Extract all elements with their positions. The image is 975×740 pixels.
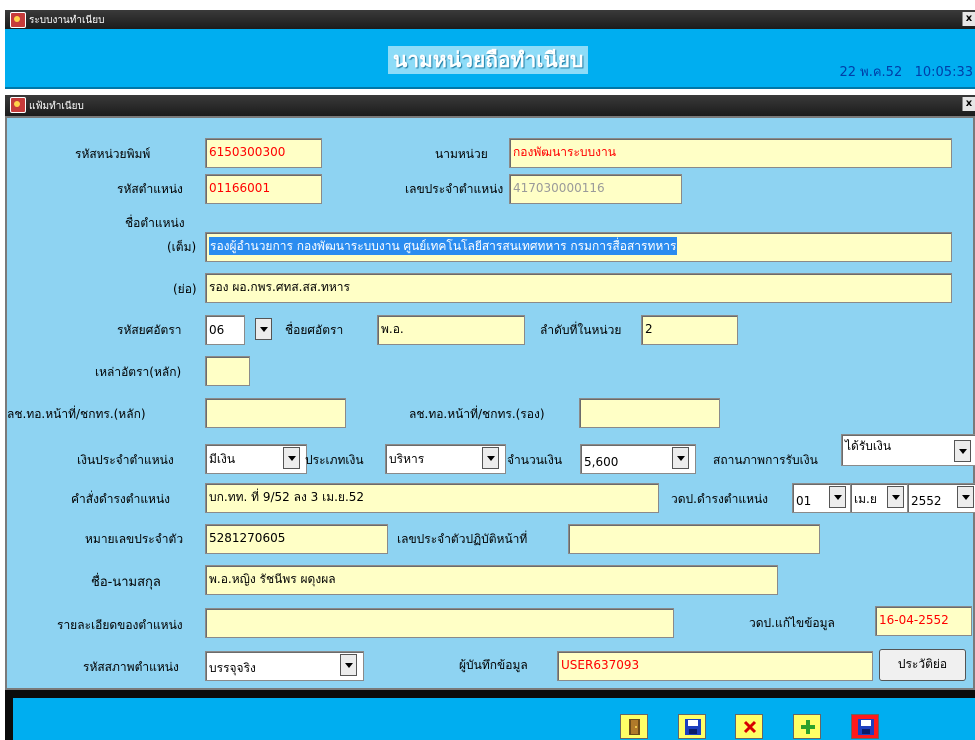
subwindow-icon (10, 97, 26, 113)
order-in-unit-field[interactable]: 2 (641, 315, 738, 345)
position-detail-field[interactable] (205, 608, 674, 638)
appointment-year-value: 2552 (911, 494, 942, 508)
save-icon[interactable] (678, 714, 706, 739)
recorder-field[interactable]: USER637093 (557, 651, 873, 681)
form-panel: รหัสหน่วยพิมพ์ 6150300300 นามหน่วย กองพั… (5, 116, 975, 690)
page-title: นามหน่วยถือทำเนียบ (388, 46, 589, 74)
duty-main-field[interactable] (205, 398, 346, 428)
duty-second-label: ลช.ทอ.หน้าที่/ชกทร.(รอง) (409, 407, 545, 421)
pay-type-label: ประเภทเงิน (305, 453, 364, 467)
rank-code-dropdown-icon[interactable] (255, 318, 272, 340)
appointment-year-dropdown-icon[interactable] (957, 486, 974, 508)
unit-name-label: นามหน่วย (435, 147, 488, 161)
id-number-field[interactable]: 5281270605 (205, 524, 388, 554)
fullname-field[interactable]: พ.อ.หญิง รัชนีพร ผดุงผล (205, 565, 778, 595)
position-pay-value: มีเงิน (209, 452, 236, 466)
edit-date-label: วดป.แก้ไขข้อมูล (749, 616, 835, 630)
appointment-order-field[interactable]: บก.ทท. ที่ 9/52 ลง 3 เม.ย.52 (205, 483, 659, 513)
print-unit-code-field[interactable]: 6150300300 (205, 138, 322, 168)
rank-code-select[interactable]: 06 (205, 315, 245, 345)
exit-icon[interactable] (620, 714, 648, 739)
rank-name-field[interactable]: พ.อ. (377, 315, 525, 345)
pay-type-value: บริหาร (389, 452, 425, 466)
app-title-bar: ระบบงานทำเนียบ x (5, 10, 975, 29)
history-button[interactable]: ประวัติย่อ (879, 649, 966, 681)
pay-status-value: ได้รับเงิน (845, 439, 892, 453)
footer-toolbar (5, 690, 975, 740)
position-number-field[interactable]: 417030000116 (509, 174, 682, 204)
position-code-field[interactable]: 01166001 (205, 174, 322, 204)
amount-dropdown-icon[interactable] (672, 447, 689, 469)
toolbar-panel (13, 698, 975, 740)
order-in-unit-label: ลำดับที่ในหน่วย (540, 323, 622, 337)
position-name-label: ชื่อตำแหน่ง (125, 216, 185, 230)
fullname-label: ชื่อ-นามสกุล (91, 575, 161, 590)
pay-status-label: สถานภาพการรับเงิน (713, 453, 818, 467)
appointment-day-value: 01 (796, 494, 812, 508)
rank-code-label: รหัสยศอัตรา (117, 323, 182, 337)
amount-value: 5,600 (584, 455, 619, 469)
save-red-icon[interactable] (851, 714, 879, 739)
appointment-month-value: เม.ย (854, 492, 877, 506)
position-pay-dropdown-icon[interactable] (283, 447, 300, 469)
duty-id-field[interactable] (568, 524, 820, 554)
app-title: ระบบงานทำเนียบ (29, 15, 105, 26)
id-number-label: หมายเลขประจำตัว (85, 532, 184, 546)
app-icon (10, 12, 26, 28)
duty-second-field[interactable] (579, 398, 720, 428)
pay-status-dropdown-icon[interactable] (954, 440, 971, 462)
pay-type-dropdown-icon[interactable] (482, 447, 499, 469)
full-name-label: (เต็ม) (167, 240, 197, 254)
appointment-order-label: คำสั่งดำรงตำแหน่ง (71, 492, 171, 506)
position-status-value: บรรจุจริง (209, 661, 256, 675)
unit-name-field[interactable]: กองพัฒนาระบบงาน (509, 138, 952, 168)
short-position-name-field[interactable]: รอง ผอ.กพร.ศทส.สส.ทหาร (205, 273, 952, 303)
appointment-day-dropdown-icon[interactable] (829, 486, 846, 508)
subwindow-close-icon[interactable]: x (962, 97, 975, 111)
position-number-label: เลขประจำตำแหน่ง (405, 182, 504, 196)
recorder-label: ผู้บันทึกข้อมูล (459, 658, 528, 672)
subwindow-title: แฟ้มทำเนียบ (29, 101, 84, 112)
duty-main-label: ลช.ทอ.หน้าที่/ชกทร.(หลัก) (7, 407, 146, 421)
position-detail-label: รายละเอียดของตำแหน่ง (57, 618, 183, 632)
delete-icon[interactable] (735, 714, 763, 739)
position-pay-label: เงินประจำตำแหน่ง (77, 453, 174, 467)
corps-label: เหล่าอัตรา(หลัก) (95, 365, 182, 379)
duty-id-label: เลขประจำตัวปฏิบัติหน้าที่ (397, 532, 528, 546)
corps-field[interactable] (205, 356, 250, 386)
rank-name-label: ชื่อยศอัตรา (285, 323, 344, 337)
appointment-month-dropdown-icon[interactable] (887, 486, 904, 508)
full-position-name-field[interactable]: รองผู้อำนวยการ กองพัฒนาระบบงาน ศูนย์เทคโ… (205, 232, 952, 262)
position-status-label: รหัสสภาพตำแหน่ง (83, 660, 179, 674)
add-icon[interactable] (793, 714, 821, 739)
print-unit-code-label: รหัสหน่วยพิมพ์ (75, 147, 151, 161)
subwindow-title-bar: แฟ้มทำเนียบ x (5, 95, 975, 116)
close-icon[interactable]: x (962, 12, 975, 26)
full-position-name-text: รองผู้อำนวยการ กองพัฒนาระบบงาน ศูนย์เทคโ… (209, 237, 678, 255)
page-header: นามหน่วยถือทำเนียบ 22 พ.ค.52 10:05:33 (5, 29, 975, 89)
datetime-display: 22 พ.ค.52 10:05:33 (839, 65, 973, 80)
short-name-label: (ย่อ) (173, 282, 197, 296)
position-code-label: รหัสตำแหน่ง (117, 182, 183, 196)
position-status-dropdown-icon[interactable] (340, 654, 357, 676)
appointment-date-label: วดป.ดำรงตำแหน่ง (671, 492, 769, 506)
amount-label: จำนวนเงิน (507, 453, 563, 467)
edit-date-field[interactable]: 16-04-2552 (875, 606, 972, 636)
